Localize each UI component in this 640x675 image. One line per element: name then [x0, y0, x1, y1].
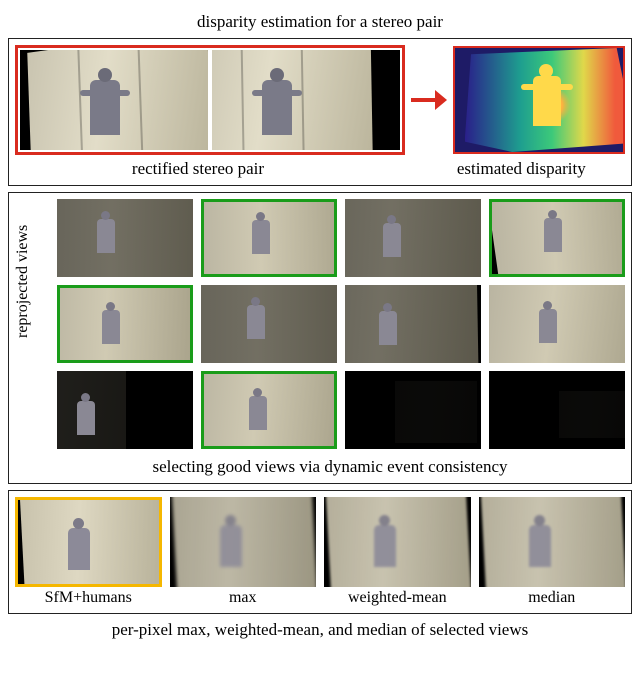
panel-reprojected-views: reprojected views selecting good views v…: [8, 192, 632, 484]
reprojected-view: [345, 199, 481, 277]
label-sfm-humans: SfM+humans: [15, 589, 162, 607]
label-weighted-mean: weighted-mean: [324, 589, 471, 607]
label-rectified-stereo-pair: rectified stereo pair: [15, 159, 381, 179]
caption-dynamic-event-consistency: selecting good views via dynamic event c…: [35, 457, 625, 477]
result-sfm-humans: [15, 497, 162, 587]
arrow-icon: [411, 90, 447, 110]
reprojected-view: [489, 371, 625, 449]
reprojected-view: [57, 371, 193, 449]
stereo-left-image: [20, 50, 208, 150]
reprojected-view: [57, 199, 193, 277]
panel-disparity: rectified stereo pair estimated disparit…: [8, 38, 632, 186]
reprojected-view: [489, 285, 625, 363]
caption-per-pixel-aggregation: per-pixel max, weighted-mean, and median…: [8, 620, 632, 640]
reprojected-view-selected: [201, 371, 337, 449]
reprojected-views-grid: [57, 199, 625, 449]
reprojected-view-selected: [57, 285, 193, 363]
result-median: [479, 497, 626, 587]
result-weighted-mean: [324, 497, 471, 587]
label-reprojected-views: reprojected views: [14, 225, 32, 338]
label-max: max: [170, 589, 317, 607]
result-max: [170, 497, 317, 587]
reprojected-view-selected: [489, 199, 625, 277]
estimated-disparity-image: [453, 46, 625, 154]
rectified-stereo-pair-box: [15, 45, 405, 155]
panel-aggregation: SfM+humans max weighted-mean median: [8, 490, 632, 614]
reprojected-view: [345, 285, 481, 363]
reprojected-view: [201, 285, 337, 363]
reprojected-view: [345, 371, 481, 449]
reprojected-view-selected: [201, 199, 337, 277]
stereo-right-image: [212, 50, 400, 150]
caption-disparity-estimation: disparity estimation for a stereo pair: [8, 12, 632, 32]
label-median: median: [479, 589, 626, 607]
label-estimated-disparity: estimated disparity: [418, 159, 625, 179]
